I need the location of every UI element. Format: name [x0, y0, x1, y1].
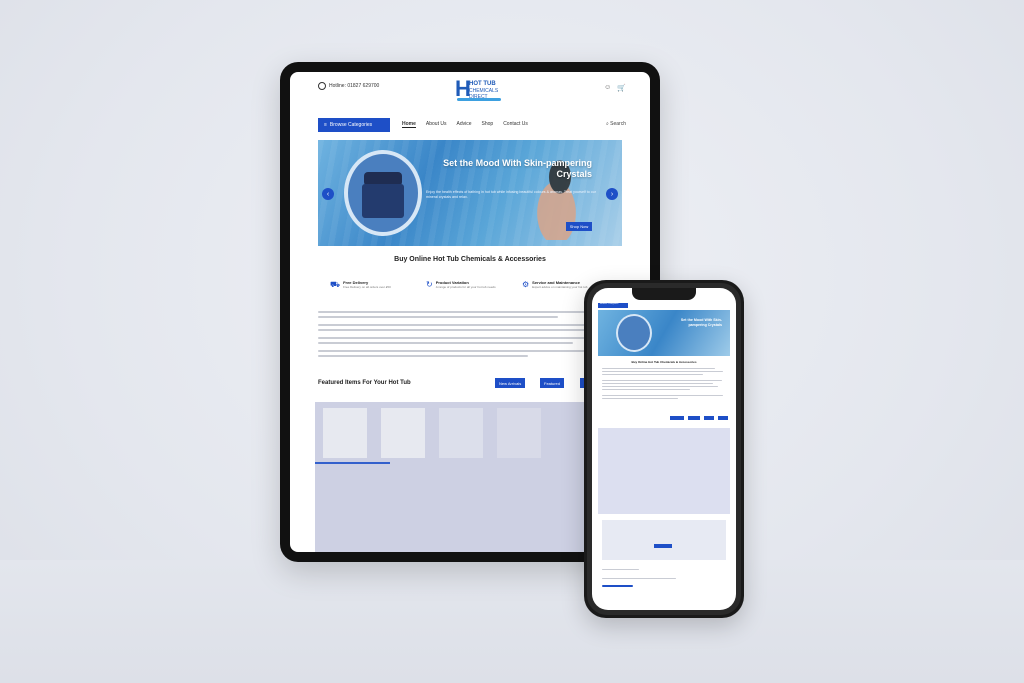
nav-about[interactable]: About Us: [426, 121, 447, 128]
text-line: [318, 342, 573, 344]
header: Hotline: 01827 629700 H HOT TUB CHEMICAL…: [290, 72, 650, 114]
search-button[interactable]: ⌕ Search: [606, 121, 626, 127]
filter-featured[interactable]: Featured: [540, 378, 565, 388]
phone-filter-button[interactable]: [670, 416, 684, 420]
text-line: [602, 569, 640, 570]
feature-desc: Free Delivery on all orders over £50: [343, 285, 391, 289]
navbar: ≡ Browse Categories Home About Us Advice…: [290, 118, 650, 134]
intro-text-block: [318, 308, 618, 360]
text-line: [602, 374, 703, 375]
footer-logo: [602, 585, 633, 587]
section-title: Buy Online Hot Tub Chemicals & Accessori…: [394, 256, 546, 263]
phone-filter-button[interactable]: [688, 416, 700, 420]
hero-title: Set the Mood With Skin-pampering Crystal…: [443, 158, 592, 179]
search-icon: ⌕: [605, 121, 609, 127]
phone-product-area: [598, 428, 730, 514]
hero-text: Enjoy the health effects of bathing in h…: [426, 190, 596, 199]
next-slide-icon[interactable]: ›: [606, 188, 618, 200]
cart-icon[interactable]: 🛒: [617, 84, 626, 92]
phone-filter-button[interactable]: [718, 416, 728, 420]
phone-footer: [602, 566, 726, 590]
feature-item: ⛟ Free Delivery Free Delivery on all ord…: [330, 280, 418, 290]
nav-contact[interactable]: Contact Us: [503, 121, 528, 128]
truck-icon: ⛟: [330, 280, 341, 289]
text-line: [602, 380, 722, 381]
text-line: [318, 355, 528, 357]
product-card[interactable]: [497, 408, 541, 458]
carousel-progress: [315, 462, 390, 464]
nav-shop[interactable]: Shop: [482, 121, 494, 128]
product-card[interactable]: [381, 408, 425, 458]
refresh-icon: ↻: [426, 280, 433, 289]
text-line: [318, 316, 558, 318]
account-icon[interactable]: ☺: [604, 84, 611, 92]
main-menu: Home About Us Advice Shop Contact Us: [402, 121, 528, 128]
text-line: [318, 337, 609, 339]
text-line: [602, 368, 716, 369]
menu-icon: ≡: [324, 122, 327, 128]
jar-body: [362, 184, 404, 218]
text-line: [602, 389, 691, 390]
phone-hero-banner: Set the Mood With Skin-pampering Crystal…: [598, 310, 730, 356]
feature-item: ↻ Product Variation A range of products …: [426, 280, 514, 290]
feature-desc: Expert advice on maintaining your hot tu…: [532, 285, 588, 289]
logo-line1: HOT TUB: [469, 81, 496, 87]
phone-subscribe-button[interactable]: [654, 544, 672, 548]
feature-list: ⛟ Free Delivery Free Delivery on all ord…: [330, 280, 610, 290]
product-card[interactable]: [323, 408, 367, 458]
nav-advice[interactable]: Advice: [456, 121, 471, 128]
shop-now-button[interactable]: Shop Now: [566, 222, 592, 231]
browse-label: Browse Categories: [329, 122, 373, 128]
featured-title: Featured Items For Your Hot Tub: [318, 380, 411, 386]
phone-newsletter-box: [602, 520, 726, 560]
text-line: [318, 324, 606, 326]
text-line: [318, 329, 588, 331]
text-line: [602, 386, 718, 387]
site-logo[interactable]: H HOT TUB CHEMICALS DIRECT: [455, 78, 501, 104]
text-line: [602, 578, 677, 579]
phone-browse-button[interactable]: Browse Categories: [598, 303, 628, 308]
tools-icon: ⚙: [522, 280, 530, 289]
text-line: [602, 383, 713, 384]
header-icons: ☺ 🛒: [604, 84, 626, 92]
logo-wave: [457, 98, 501, 101]
contact-info: Hotline: 01827 629700: [318, 82, 379, 90]
search-label: Search: [610, 121, 626, 127]
phone-filter-button[interactable]: [704, 416, 714, 420]
phone-screen: Browse Categories Set the Mood With Skin…: [592, 288, 736, 610]
text-line: [602, 371, 723, 372]
floor: [0, 560, 1024, 683]
phone-text-block: [602, 366, 728, 401]
contact-text: Hotline: 01827 629700: [329, 83, 380, 89]
text-line: [602, 398, 678, 399]
phone-section-title: Buy Online Hot Tub Chemicals & Accessori…: [631, 360, 697, 364]
product-card[interactable]: [439, 408, 483, 458]
phone-product-jar-image: [616, 314, 652, 352]
filter-new-arrivals[interactable]: New Arrivals: [495, 378, 526, 388]
phone-notch: [632, 288, 696, 300]
phone-device: Browse Categories Set the Mood With Skin…: [584, 280, 744, 618]
feature-desc: A range of products for all your hot tub…: [435, 285, 496, 289]
prev-slide-icon[interactable]: ‹: [322, 188, 334, 200]
text-line: [318, 311, 612, 313]
hero-banner: Set the Mood With Skin-pampering Crystal…: [318, 140, 622, 246]
text-line: [318, 350, 600, 352]
product-jar-image: [344, 150, 422, 236]
phone-icon: [318, 82, 326, 90]
text-line: [602, 395, 723, 396]
nav-home[interactable]: Home: [402, 121, 416, 128]
browse-categories-button[interactable]: ≡ Browse Categories: [318, 118, 390, 132]
phone-hero-title: Set the Mood With Skin-pampering Crystal…: [680, 318, 722, 327]
